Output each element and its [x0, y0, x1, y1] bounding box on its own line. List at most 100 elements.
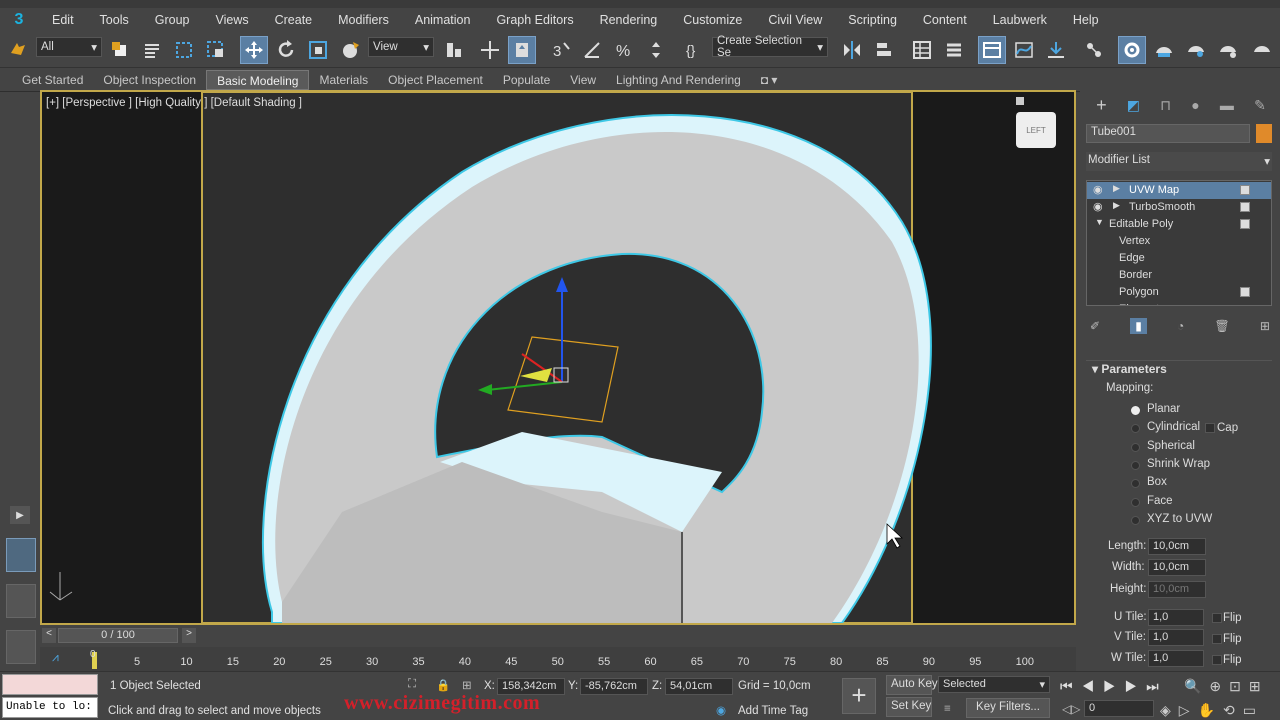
- cap-checkbox[interactable]: [1205, 423, 1215, 433]
- expand-arrow-icon[interactable]: ▶: [1113, 200, 1120, 211]
- menu-rendering[interactable]: Rendering: [586, 13, 670, 27]
- vtile-spinner[interactable]: 1,0: [1148, 629, 1204, 646]
- undo-icon[interactable]: [4, 36, 32, 64]
- mapping-radio-box[interactable]: [1131, 479, 1140, 489]
- window-crossing-icon[interactable]: [202, 36, 230, 64]
- v-flip-checkbox[interactable]: [1212, 634, 1222, 644]
- named-selection-dropdown[interactable]: Create Selection Se ▾: [712, 35, 828, 59]
- expand-arrow-icon[interactable]: ▶: [1113, 183, 1120, 194]
- modifier-stack-item[interactable]: Edge: [1087, 250, 1271, 267]
- modifier-stack-item[interactable]: ◉ ▶ UVW Map: [1087, 182, 1271, 199]
- ribbon-tab-materials[interactable]: Materials: [309, 70, 378, 90]
- render-setup-icon[interactable]: [1118, 36, 1146, 64]
- mapping-radio-cylindrical[interactable]: [1131, 424, 1140, 434]
- isolate-selection-icon[interactable]: ⛶: [408, 678, 416, 691]
- rendered-frame-icon[interactable]: [1150, 36, 1178, 64]
- ribbon-options-icon[interactable]: ◘ ▾: [751, 70, 788, 90]
- time-slider-thumb[interactable]: 0 / 100: [58, 628, 178, 643]
- parameters-rollout[interactable]: ▾ Parameters: [1092, 362, 1167, 376]
- mapping-radio-xyz-to-uvw[interactable]: [1131, 515, 1140, 525]
- modifier-enable-box[interactable]: [1240, 219, 1250, 229]
- menu-edit[interactable]: Edit: [38, 13, 86, 27]
- modifier-stack-item[interactable]: Vertex: [1087, 233, 1271, 250]
- track-bar[interactable]: ⩘ 0 5 10 15 20 25 30 35 40 45 50 55 60 65 70 75 80 85 90 9…: [40, 647, 1076, 671]
- add-time-tag[interactable]: Add Time Tag: [738, 705, 808, 717]
- curve-editor-icon[interactable]: [1010, 36, 1038, 64]
- display-tab-icon[interactable]: ▬: [1220, 97, 1234, 113]
- height-spinner[interactable]: 10,0cm: [1148, 581, 1206, 598]
- menu-create[interactable]: Create: [261, 13, 325, 27]
- menu-customize[interactable]: Customize: [669, 13, 754, 27]
- remove-modifier-icon[interactable]: 🗑: [1214, 319, 1229, 333]
- selected-dropdown[interactable]: Selected ▾: [938, 676, 1050, 693]
- mapping-radio-planar[interactable]: [1131, 406, 1140, 415]
- edit-named-selection-icon[interactable]: {}: [680, 36, 708, 64]
- maxscript-listener-bottom[interactable]: Unable to lo:: [2, 697, 98, 718]
- set-key-big-icon[interactable]: +: [842, 678, 876, 714]
- curve-editor-mini-icon[interactable]: ⩘: [52, 650, 59, 665]
- viewcube[interactable]: LEFT: [1016, 112, 1056, 148]
- w-flip-checkbox[interactable]: [1212, 655, 1222, 665]
- selection-filter-dropdown[interactable]: All ▾: [36, 37, 102, 57]
- ribbon-tab-object-placement[interactable]: Object Placement: [378, 70, 493, 90]
- mapping-radio-shrink-wrap[interactable]: [1131, 460, 1140, 470]
- modifier-stack-item[interactable]: Border: [1087, 267, 1271, 284]
- modifier-stack-item[interactable]: ◉ ▶ TurboSmooth: [1087, 199, 1271, 216]
- modifier-stack-item[interactable]: Element: [1087, 301, 1271, 305]
- ribbon-tab-object-inspection[interactable]: Object Inspection: [93, 70, 206, 90]
- scene-explorer-icon[interactable]: [940, 36, 968, 64]
- prev-frame-arrow-icon[interactable]: <: [42, 628, 56, 643]
- wtile-spinner[interactable]: 1,0: [1148, 650, 1204, 667]
- reference-coordinate-dropdown[interactable]: View ▾: [368, 37, 434, 57]
- viewcube-home-icon[interactable]: [1016, 97, 1024, 105]
- make-unique-icon[interactable]: ◔: [1177, 319, 1184, 333]
- key-mode-icon[interactable]: ≡: [944, 703, 951, 715]
- keyboard-shortcut-icon[interactable]: [508, 36, 536, 64]
- key-filters-button[interactable]: Key Filters...: [966, 698, 1050, 718]
- ribbon-toggle-icon[interactable]: [978, 36, 1006, 64]
- select-object-icon[interactable]: [106, 36, 134, 64]
- viewport-label[interactable]: [+] [Perspective ] [High Quality ] [Defa…: [46, 97, 302, 109]
- object-name-field[interactable]: Tube001: [1086, 124, 1250, 143]
- y-coordinate-field[interactable]: -85,762cm: [580, 678, 648, 695]
- utile-spinner[interactable]: 1,0: [1148, 609, 1204, 626]
- menu-scripting[interactable]: Scripting: [834, 13, 909, 27]
- align-icon[interactable]: [870, 36, 898, 64]
- u-flip-checkbox[interactable]: [1212, 613, 1222, 623]
- menu-help[interactable]: Help: [1059, 13, 1111, 27]
- perspective-viewport[interactable]: [+] [Perspective ] [High Quality ] [Defa…: [40, 90, 1076, 625]
- mapping-radio-spherical[interactable]: [1131, 442, 1140, 452]
- ribbon-tab-get-started[interactable]: Get Started: [12, 70, 93, 90]
- z-coordinate-field[interactable]: 54,01cm: [665, 678, 733, 695]
- viewport-layout-2[interactable]: [6, 584, 36, 618]
- modifier-list-dropdown[interactable]: Modifier List ▾: [1086, 152, 1272, 171]
- mapping-radio-face[interactable]: [1131, 497, 1140, 507]
- ribbon-tab-view[interactable]: View: [560, 70, 606, 90]
- current-frame-field[interactable]: 0: [1084, 700, 1154, 717]
- pivot-icon[interactable]: [440, 36, 468, 64]
- length-spinner[interactable]: 10,0cm: [1148, 538, 1206, 555]
- absolute-mode-icon[interactable]: ⊞: [462, 678, 472, 692]
- rect-selection-icon[interactable]: [170, 36, 198, 64]
- menu-civil-view[interactable]: Civil View: [754, 13, 834, 27]
- menu-laubwerk[interactable]: Laubwerk: [979, 13, 1059, 27]
- viewport-layout-3[interactable]: [6, 630, 36, 664]
- time-tag-icon[interactable]: ◉: [716, 703, 726, 717]
- configure-sets-icon[interactable]: ⊞: [1260, 319, 1270, 333]
- select-move-icon[interactable]: [240, 36, 268, 64]
- playback-controls[interactable]: ⏮◀▶▶⏭: [1060, 678, 1168, 695]
- viewport-layout-1[interactable]: [6, 538, 36, 572]
- select-rotate-icon[interactable]: [272, 36, 300, 64]
- create-tab-icon[interactable]: +: [1096, 95, 1107, 116]
- expand-panel-icon[interactable]: ▶: [10, 506, 30, 524]
- viewport-nav-controls-2[interactable]: ◈▷✋⟲▭: [1160, 702, 1264, 719]
- angle-snap-icon[interactable]: [578, 36, 606, 64]
- modifier-stack-item[interactable]: Polygon: [1087, 284, 1271, 301]
- motion-tab-icon[interactable]: ●: [1191, 97, 1199, 113]
- render-icon[interactable]: [1182, 36, 1210, 64]
- menu-content[interactable]: Content: [909, 13, 979, 27]
- schematic-view-icon[interactable]: [1042, 36, 1070, 64]
- placement-icon[interactable]: [336, 36, 364, 64]
- width-spinner[interactable]: 10,0cm: [1148, 559, 1206, 576]
- show-end-result-icon[interactable]: ▮: [1130, 318, 1147, 334]
